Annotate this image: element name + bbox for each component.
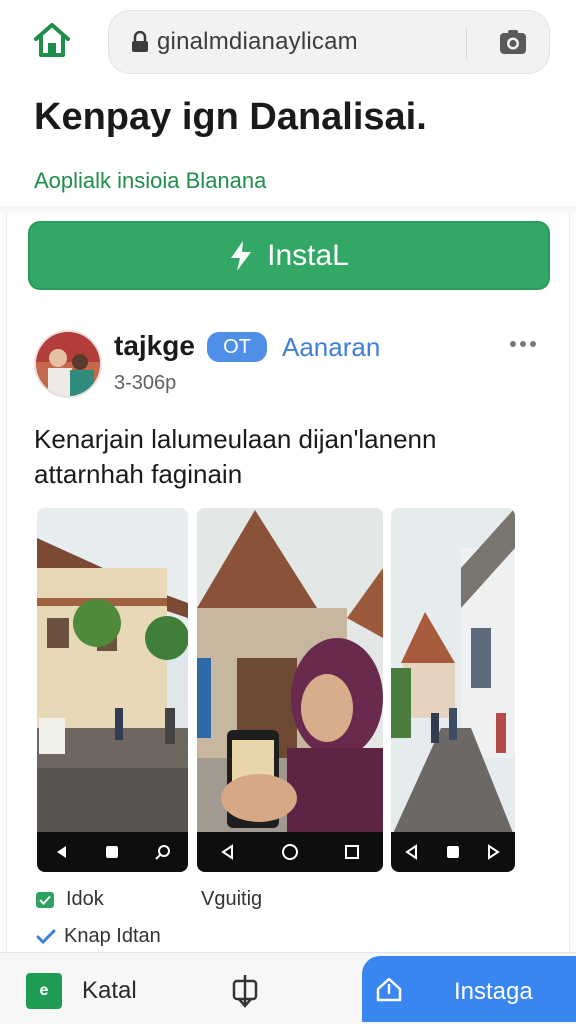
street-house-image — [37, 508, 188, 872]
catalog-button[interactable]: e Katal — [26, 971, 137, 1011]
more-options-button[interactable] — [510, 336, 542, 352]
share-button[interactable] — [230, 973, 260, 1009]
feature-label-3: Knap Idtan — [64, 925, 161, 947]
address-bar-divider — [466, 27, 467, 59]
feature-check-2: Knap Idtan — [36, 925, 161, 948]
install-tab-button[interactable]: Instaga — [362, 956, 576, 1022]
lock-icon — [131, 30, 149, 53]
bottom-action-bar: e Katal Instaga — [0, 952, 576, 1024]
install-button[interactable]: InstaL — [28, 221, 550, 290]
more-icon-dot — [520, 341, 526, 347]
catalog-icon-text: e — [39, 982, 49, 999]
more-icon-dot — [530, 341, 536, 347]
catalog-label: Katal — [82, 977, 137, 1004]
share-icon — [232, 975, 258, 1008]
feature-label-2: Vguitig — [201, 888, 263, 910]
catalog-icon: e — [26, 973, 62, 1009]
feature-label-1: Idok — [66, 888, 104, 910]
install-tab-label: Instaga — [454, 978, 533, 1005]
follow-link[interactable]: Aanaran — [282, 332, 380, 363]
browser-top-bar: ginalmdianaylicam — [0, 0, 576, 84]
search-nav-icon — [155, 845, 170, 860]
more-icon-dot — [510, 341, 516, 347]
address-bar[interactable]: ginalmdianaylicam — [108, 10, 550, 74]
back-nav-icon — [404, 844, 417, 860]
phone-nav-bar — [391, 832, 515, 872]
right-edge-line — [569, 212, 570, 952]
screenshot-image-3[interactable] — [391, 508, 515, 872]
village-street-image — [391, 508, 515, 872]
feature-check-1: Idok — [36, 888, 104, 911]
home-nav-icon — [446, 846, 459, 858]
check-icon — [36, 891, 54, 908]
check-icon — [36, 929, 56, 944]
screenshot-image-1[interactable] — [37, 508, 188, 872]
post-username[interactable]: tajkge — [114, 330, 195, 362]
page-title: Kenpay ign Danalisai. — [34, 96, 427, 138]
camera-button[interactable] — [499, 29, 527, 55]
forward-nav-icon — [488, 844, 501, 860]
app-page: ginalmdianaylicam Kenpay ign Danalisai. … — [0, 0, 576, 1024]
back-nav-icon — [220, 844, 233, 860]
header-shadow — [0, 206, 576, 216]
home-nav-icon — [281, 844, 298, 860]
phone-nav-bar — [37, 832, 188, 872]
install-button-label: InstaL — [267, 238, 349, 272]
bolt-icon — [231, 240, 252, 271]
install-tab-icon — [376, 977, 402, 1002]
user-badge: OT — [207, 332, 267, 362]
url-text: ginalmdianaylicam — [157, 28, 358, 55]
post-text: Kenarjain lalumeulaan dijan'lanenn attar… — [34, 424, 437, 489]
avatar[interactable] — [34, 330, 102, 398]
screenshot-image-2[interactable] — [197, 508, 383, 872]
developer-link[interactable]: Aoplialk insioia Blanana — [34, 168, 266, 194]
home-button[interactable] — [30, 20, 74, 60]
phone-nav-bar — [197, 832, 383, 872]
post-time: 3-306p — [114, 372, 177, 394]
camera-icon — [500, 30, 526, 54]
home-nav-icon — [106, 846, 119, 858]
woman-with-phone-image — [197, 508, 383, 872]
recents-nav-icon — [345, 845, 360, 859]
back-nav-icon — [57, 846, 67, 858]
left-edge-line — [6, 212, 7, 952]
home-icon — [34, 23, 70, 57]
